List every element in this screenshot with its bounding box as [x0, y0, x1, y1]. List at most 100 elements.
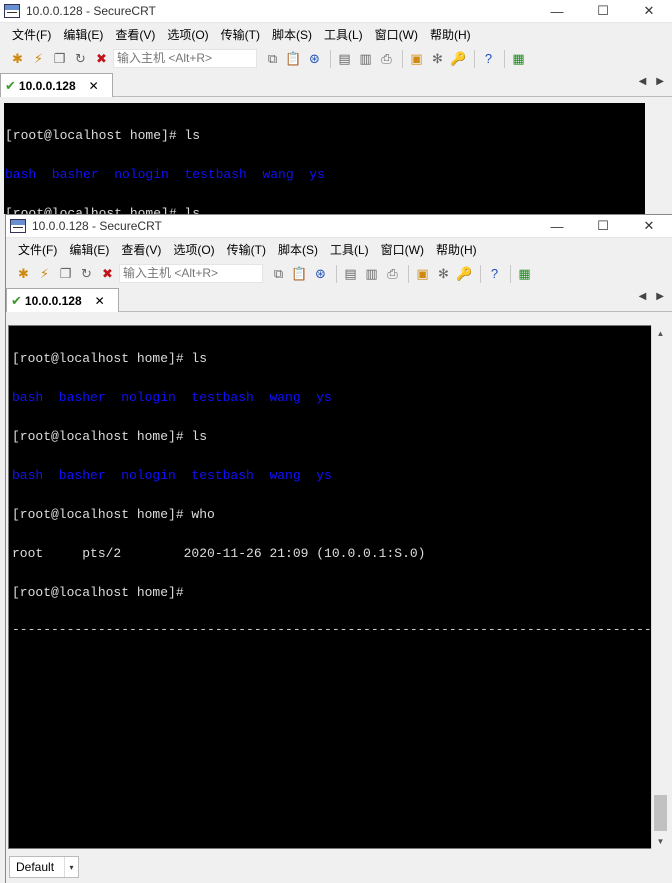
global-options-icon[interactable]: ✻: [434, 264, 453, 283]
securecrt-app-icon: [10, 219, 26, 233]
minimize-button[interactable]: —: [534, 215, 580, 237]
session-tab-label: 10.0.0.128: [18, 78, 76, 93]
scroll-thumb[interactable]: [654, 795, 667, 831]
quick-connect-input[interactable]: 输入主机 <Alt+R>: [113, 49, 257, 68]
terminal-line: [root@localhost home]# who: [12, 507, 215, 522]
find-icon[interactable]: ⊛: [305, 49, 324, 68]
quick-connect-icon[interactable]: ⚡: [29, 49, 48, 68]
session-tab[interactable]: ✔ 10.0.0.128 ✕: [6, 288, 119, 312]
terminal-divider-line: ----------------------------------------…: [12, 623, 652, 636]
tab-prev-icon[interactable]: ◀: [639, 291, 647, 302]
print-screen-icon[interactable]: ▥: [356, 49, 375, 68]
maximize-button[interactable]: ☐: [580, 0, 626, 22]
window-title: 10.0.0.128 - SecureCRT: [32, 219, 162, 233]
sftp-icon[interactable]: ▦: [509, 49, 528, 68]
menu-script[interactable]: 脚本(S): [272, 241, 324, 258]
connect-icon[interactable]: ✱: [8, 49, 27, 68]
menu-options[interactable]: 选项(O): [161, 26, 214, 43]
menu-edit[interactable]: 编辑(E): [57, 26, 109, 43]
menu-file[interactable]: 文件(F): [12, 241, 63, 258]
menu-tools[interactable]: 工具(L): [324, 241, 375, 258]
close-tab-icon[interactable]: ✕: [95, 294, 105, 308]
menu-transfer[interactable]: 传输(T): [215, 26, 266, 43]
connect-icon[interactable]: ✱: [14, 264, 33, 283]
help-icon[interactable]: ?: [479, 49, 498, 68]
connect-tab-icon[interactable]: ❐: [56, 264, 75, 283]
toolbar-separator: [408, 264, 409, 283]
keymap-icon[interactable]: 🔑: [455, 264, 474, 283]
title-bar[interactable]: 10.0.0.128 - SecureCRT — ☐ ✕: [6, 215, 672, 237]
connected-check-icon: ✔: [5, 77, 16, 93]
title-bar[interactable]: 10.0.0.128 - SecureCRT — ☐ ✕: [0, 0, 672, 22]
printer-icon[interactable]: ⎙: [383, 264, 402, 283]
menu-tools[interactable]: 工具(L): [318, 26, 369, 43]
menu-script[interactable]: 脚本(S): [266, 26, 318, 43]
menu-window[interactable]: 窗口(W): [375, 241, 430, 258]
tab-prev-icon[interactable]: ◀: [639, 76, 647, 87]
tab-bar: ✔ 10.0.0.128 ✕ ◀ ▶: [0, 71, 672, 97]
tab-next-icon[interactable]: ▶: [656, 291, 664, 302]
menu-options[interactable]: 选项(O): [167, 241, 220, 258]
global-options-icon[interactable]: ✻: [428, 49, 447, 68]
terminal-line: [root@localhost home]#: [12, 585, 184, 600]
terminal-line: bash basher nologin testbash wang ys: [12, 468, 332, 483]
disconnect-icon[interactable]: ✖: [92, 49, 111, 68]
menu-bar: 文件(F) 编辑(E) 查看(V) 选项(O) 传输(T) 脚本(S) 工具(L…: [0, 22, 672, 46]
toolbar-separator: [336, 264, 337, 283]
menu-view[interactable]: 查看(V): [109, 26, 161, 43]
menu-transfer[interactable]: 传输(T): [221, 241, 272, 258]
toolbar-separator: [330, 49, 331, 68]
session-options-icon[interactable]: ▣: [407, 49, 426, 68]
terminal-line: bash basher nologin testbash wang ys: [5, 167, 325, 182]
session-tab[interactable]: ✔ 10.0.0.128 ✕: [0, 73, 113, 97]
reconnect-icon[interactable]: ↻: [71, 49, 90, 68]
tab-next-icon[interactable]: ▶: [656, 76, 664, 87]
quick-connect-icon[interactable]: ⚡: [35, 264, 54, 283]
scroll-up-icon[interactable]: ▲: [652, 325, 669, 341]
reconnect-icon[interactable]: ↻: [77, 264, 96, 283]
close-tab-icon[interactable]: ✕: [89, 79, 99, 93]
toolbar: ✱ ⚡ ❐ ↻ ✖ 输入主机 <Alt+R> ⧉ 📋 ⊛ ▤ ▥ ⎙ ▣ ✻ 🔑…: [0, 46, 672, 71]
terminal-line: [root@localhost home]# ls: [12, 429, 208, 444]
session-tab-label: 10.0.0.128: [24, 293, 82, 308]
print-icon[interactable]: ▤: [335, 49, 354, 68]
terminal-line: [root@localhost home]# ls: [12, 351, 208, 366]
connect-tab-icon[interactable]: ❐: [50, 49, 69, 68]
copy-icon[interactable]: ⧉: [269, 264, 288, 283]
quick-connect-input[interactable]: 输入主机 <Alt+R>: [119, 264, 263, 283]
menu-help[interactable]: 帮助(H): [430, 241, 483, 258]
menu-window[interactable]: 窗口(W): [369, 26, 424, 43]
sftp-icon[interactable]: ▦: [515, 264, 534, 283]
tab-bar: ✔ 10.0.0.128 ✕ ◀ ▶: [6, 286, 672, 312]
terminal-scrollbar[interactable]: [645, 103, 672, 214]
paste-icon[interactable]: 📋: [290, 264, 309, 283]
print-screen-icon[interactable]: ▥: [362, 264, 381, 283]
copy-icon[interactable]: ⧉: [263, 49, 282, 68]
menu-view[interactable]: 查看(V): [115, 241, 167, 258]
toolbar: ✱ ⚡ ❐ ↻ ✖ 输入主机 <Alt+R> ⧉ 📋 ⊛ ▤ ▥ ⎙ ▣ ✻ 🔑…: [6, 261, 672, 286]
menu-help[interactable]: 帮助(H): [424, 26, 477, 43]
maximize-button[interactable]: ☐: [580, 215, 626, 237]
session-options-value: Default: [16, 860, 55, 874]
printer-icon[interactable]: ⎙: [377, 49, 396, 68]
toolbar-separator: [510, 264, 511, 283]
terminal-output[interactable]: [root@localhost home]# ls bash basher no…: [4, 103, 645, 214]
terminal-scrollbar[interactable]: ▲ ▼: [651, 325, 669, 849]
find-icon[interactable]: ⊛: [311, 264, 330, 283]
menu-edit[interactable]: 编辑(E): [63, 241, 115, 258]
minimize-button[interactable]: —: [534, 0, 580, 22]
terminal-output[interactable]: [root@localhost home]# ls bash basher no…: [8, 325, 652, 849]
scroll-down-icon[interactable]: ▼: [652, 833, 669, 849]
close-button[interactable]: ✕: [626, 0, 672, 22]
menu-bar: 文件(F) 编辑(E) 查看(V) 选项(O) 传输(T) 脚本(S) 工具(L…: [6, 237, 672, 261]
session-options-icon[interactable]: ▣: [413, 264, 432, 283]
menu-file[interactable]: 文件(F): [6, 26, 57, 43]
help-icon[interactable]: ?: [485, 264, 504, 283]
keymap-icon[interactable]: 🔑: [449, 49, 468, 68]
paste-icon[interactable]: 📋: [284, 49, 303, 68]
disconnect-icon[interactable]: ✖: [98, 264, 117, 283]
close-button[interactable]: ✕: [626, 215, 672, 237]
chevron-down-icon[interactable]: ▾: [64, 857, 78, 877]
print-icon[interactable]: ▤: [341, 264, 360, 283]
session-options-combo[interactable]: Default ▾: [9, 856, 79, 878]
